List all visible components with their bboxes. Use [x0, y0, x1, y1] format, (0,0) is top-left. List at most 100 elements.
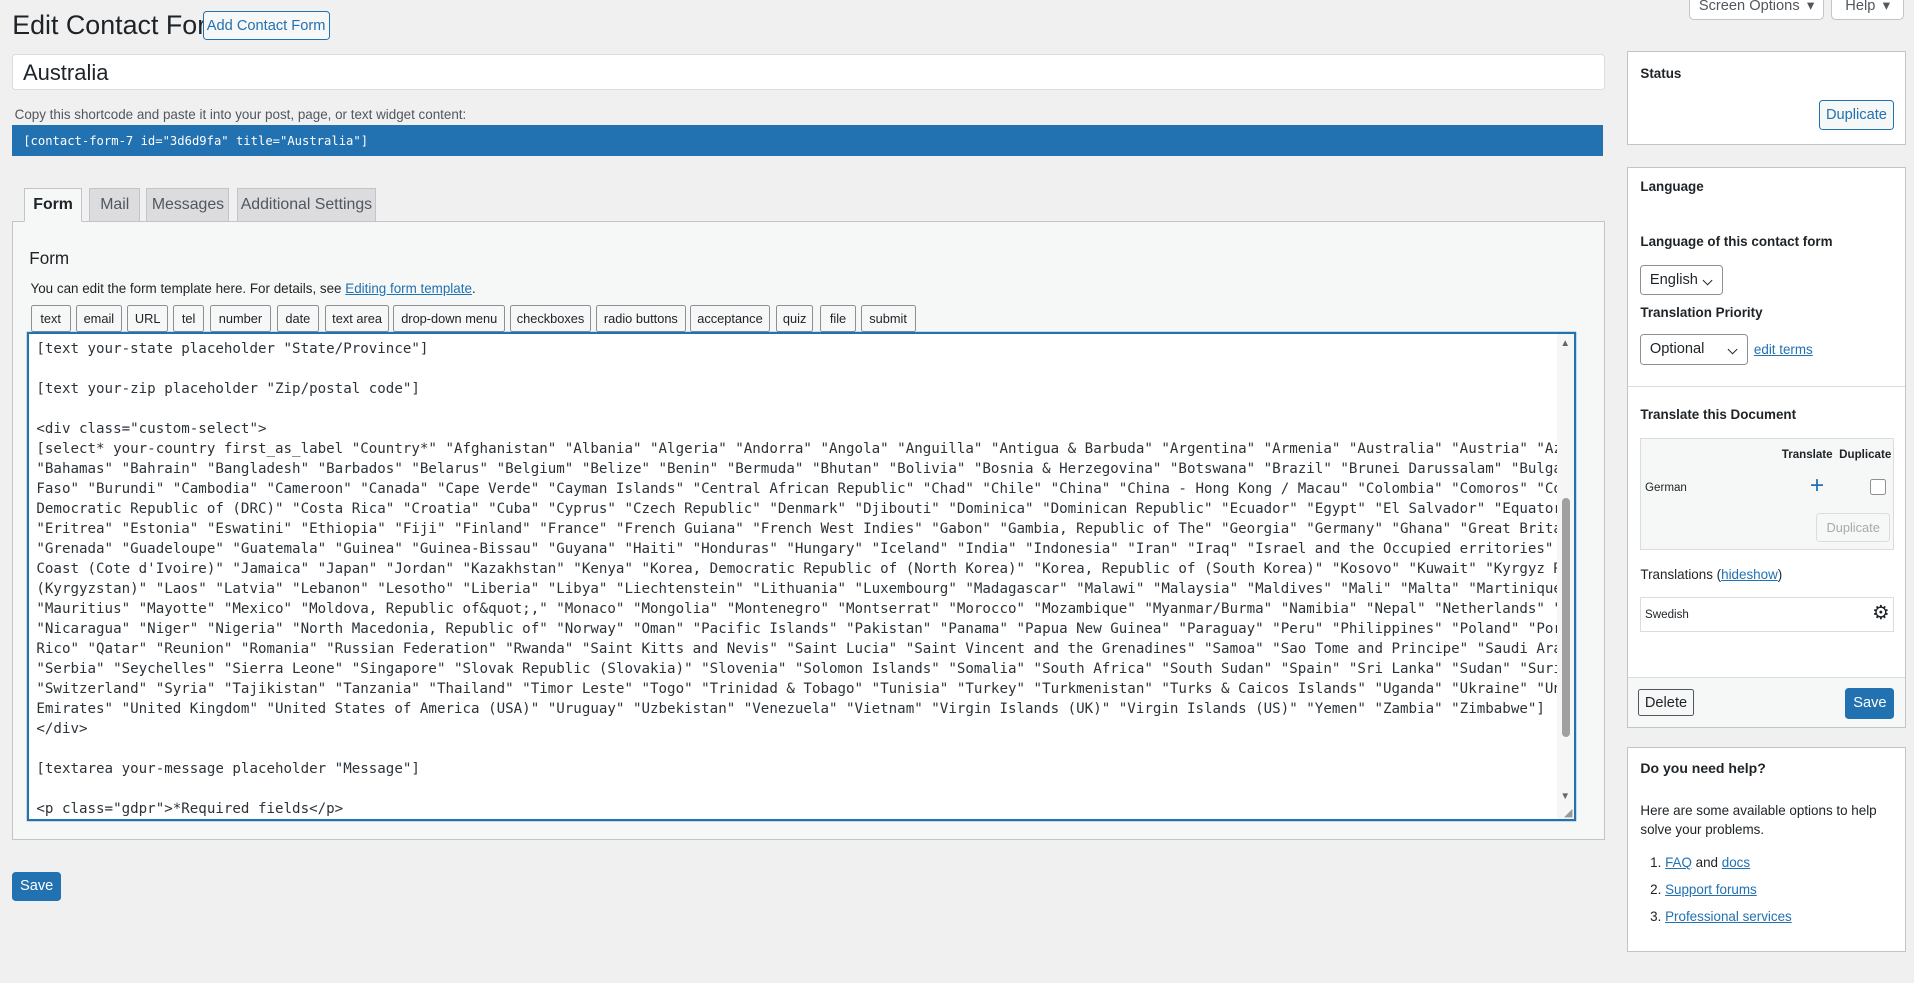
- help-button[interactable]: Help ▾: [1831, 0, 1905, 20]
- template-line: "Bahamas" "Bahrain" "Bangladesh" "Barbad…: [36, 461, 1575, 478]
- template-line: Faso" "Burundi" "Cambodia" "Cameroon" "C…: [36, 481, 1575, 498]
- col-translate: Translate: [1781, 448, 1833, 461]
- tag-button-url[interactable]: URL: [126, 305, 169, 333]
- translate-title: Translate this Document: [1640, 407, 1797, 423]
- translations-text: Translations (: [1640, 567, 1722, 583]
- status-title: Status: [1640, 65, 1682, 81]
- translation-item[interactable]: Swedish ⚙: [1640, 596, 1895, 633]
- resize-handle-icon[interactable]: ◢: [1564, 806, 1572, 819]
- and-text: and: [1691, 855, 1722, 871]
- page-title: Edit Contact Form: [12, 9, 229, 40]
- tag-button-acceptance[interactable]: acceptance: [689, 305, 771, 333]
- template-line: (Kyrgyzstan)" "Laos" "Latvia" "Lebanon" …: [36, 581, 1575, 598]
- template-line: "Nicaragua" "Niger" "Nigeria" "North Mac…: [36, 621, 1575, 638]
- duplicate-button[interactable]: Duplicate: [1818, 99, 1895, 131]
- save-button[interactable]: Save: [12, 871, 62, 901]
- editing-form-template-link[interactable]: Editing form template: [345, 281, 472, 296]
- shortcode-text: [contact-form-7 id="3d6d9fa" title="Aust…: [23, 134, 369, 149]
- delete-button[interactable]: Delete: [1637, 689, 1695, 717]
- professional-services-link[interactable]: Professional services: [1665, 909, 1792, 924]
- tab-form[interactable]: Form: [24, 187, 82, 223]
- language-box: Language Language of this contact form E…: [1627, 167, 1906, 728]
- priority-label: Translation Priority: [1640, 304, 1763, 320]
- status-box: Status Duplicate: [1627, 51, 1906, 146]
- tag-button-number[interactable]: number: [209, 305, 271, 333]
- add-contact-form-button[interactable]: Add Contact Form: [202, 10, 330, 41]
- translation-language: Swedish: [1645, 608, 1689, 621]
- template-line: [36, 359, 1573, 379]
- template-line: <p class="gdpr">*Required fields</p>: [36, 801, 344, 818]
- support-forums-link[interactable]: Support forums: [1665, 882, 1757, 897]
- tag-button-radio-buttons[interactable]: radio buttons: [595, 305, 687, 333]
- template-line: "Serbia" "Seychelles" "Sierra Leone" "Si…: [36, 661, 1575, 678]
- duplicate-disabled-button[interactable]: Duplicate: [1815, 513, 1891, 542]
- tag-button-date[interactable]: date: [277, 305, 319, 333]
- language-save-button[interactable]: Save: [1845, 688, 1895, 719]
- tag-button-text[interactable]: text: [30, 305, 71, 333]
- help-title: Do you need help?: [1640, 760, 1766, 777]
- scrollbar-thumb[interactable]: [1561, 497, 1571, 738]
- tag-button-drop-down-menu[interactable]: drop-down menu: [393, 305, 506, 333]
- shortcode-label: Copy this shortcode and paste it into yo…: [14, 107, 467, 123]
- tab-mail[interactable]: Mail: [89, 187, 141, 223]
- caret-down-icon: ▾: [1806, 0, 1815, 15]
- form-heading: Form: [29, 249, 70, 269]
- form-template-editor[interactable]: [text your-state placeholder "State/Prov…: [28, 333, 1575, 821]
- template-line: Democratic Republic of (DRC)" "Costa Ric…: [36, 501, 1575, 518]
- template-line: "Mauritius" "Mayotte" "Mexico" "Moldova,…: [36, 601, 1575, 618]
- translate-table: Translate Duplicate German + Duplicate: [1640, 438, 1895, 551]
- tag-button-file[interactable]: file: [820, 305, 856, 333]
- priority-select[interactable]: Optional: [1640, 334, 1748, 365]
- tab-messages[interactable]: Messages: [146, 187, 230, 223]
- edit-terms-link[interactable]: edit terms: [1754, 342, 1813, 357]
- tag-button-submit[interactable]: submit: [860, 305, 916, 333]
- help-text: Here are some available options to help …: [1640, 802, 1877, 838]
- title-input[interactable]: Australia: [12, 53, 1606, 91]
- template-line: "Switzerland" "Syria" "Tajikistan" "Tanz…: [36, 681, 1575, 698]
- template-line: [textarea your-message placeholder "Mess…: [36, 761, 420, 778]
- hideshow-link[interactable]: hideshow: [1721, 567, 1778, 582]
- language-select[interactable]: English: [1640, 264, 1724, 296]
- template-line: </div>: [36, 721, 88, 738]
- tag-button-quiz[interactable]: quiz: [776, 305, 813, 333]
- template-line: [36, 399, 1573, 419]
- help-label: Help: [1845, 0, 1876, 14]
- description-text: You can edit the form template here. For…: [30, 280, 346, 296]
- faq-link[interactable]: FAQ: [1665, 855, 1692, 870]
- scroll-up-arrow[interactable]: ▲: [1560, 338, 1570, 349]
- language-footer: Delete Save: [1628, 677, 1905, 728]
- template-line: Rico" "Qatar" "Reunion" "Romania" "Russi…: [36, 641, 1575, 658]
- template-line: [text your-state placeholder "State/Prov…: [36, 341, 429, 358]
- scroll-down-arrow[interactable]: ▼: [1560, 791, 1570, 802]
- docs-link[interactable]: docs: [1722, 855, 1750, 870]
- shortcode-field[interactable]: [contact-form-7 id="3d6d9fa" title="Aust…: [12, 124, 1603, 157]
- caret-down-icon: ▾: [1882, 0, 1891, 15]
- tab-additional-settings[interactable]: Additional Settings: [236, 187, 376, 223]
- template-line: [select* your-country first_as_label "Co…: [36, 441, 1575, 458]
- screen-options-button[interactable]: Screen Options ▾: [1689, 0, 1824, 20]
- help-item-3: 3. Professional services: [1650, 909, 1792, 924]
- template-line: "Grenada" "Guadeloupe" "Guatemala" "Guin…: [36, 541, 1575, 558]
- tag-button-email[interactable]: email: [75, 305, 123, 333]
- help-item-1: 1. FAQ and docs: [1650, 855, 1750, 870]
- tag-button-text-area[interactable]: text area: [324, 305, 390, 333]
- duplicate-checkbox[interactable]: [1869, 479, 1886, 496]
- screen-options-label: Screen Options: [1698, 0, 1800, 14]
- translations-end: ): [1777, 567, 1783, 583]
- divider: [1628, 385, 1905, 387]
- gear-icon[interactable]: ⚙: [1872, 601, 1890, 625]
- translations-label: Translations (hideshow): [1640, 567, 1782, 582]
- help-item-2: 2. Support forums: [1650, 882, 1757, 897]
- row-language: German: [1645, 481, 1687, 494]
- description-end: .: [471, 280, 476, 296]
- template-line: Emirates" "United Kingdom" "United State…: [36, 701, 1545, 718]
- template-line: [36, 779, 1573, 799]
- item-number: 3.: [1650, 909, 1662, 925]
- add-translation-icon[interactable]: +: [1810, 472, 1824, 500]
- help-box: Do you need help? Here are some availabl…: [1627, 747, 1906, 953]
- tag-button-checkboxes[interactable]: checkboxes: [510, 305, 591, 333]
- template-line: [36, 739, 1573, 759]
- form-description: You can edit the form template here. For…: [31, 281, 476, 296]
- tag-button-tel[interactable]: tel: [173, 305, 204, 333]
- template-line: "Eritrea" "Estonia" "Eswatini" "Ethiopia…: [36, 521, 1575, 538]
